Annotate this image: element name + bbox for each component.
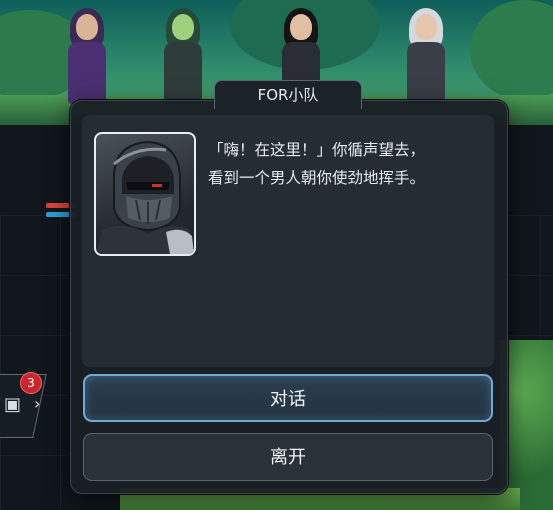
notification-badge: 3	[20, 372, 42, 394]
chat-icon: ▣	[4, 394, 22, 415]
hero-portrait-4	[395, 8, 455, 108]
dialog-story-text: 「嗨！在这里！」你循声望去， 看到一个男人朝你使劲地挥手。	[208, 136, 488, 192]
story-line-2: 看到一个男人朝你使劲地挥手。	[208, 169, 426, 187]
dialog-title: FOR小队	[214, 80, 362, 109]
story-line-1: 「嗨！在这里！」你循声望去，	[208, 141, 426, 159]
chat-side-tab[interactable]: ▣ › 3	[0, 368, 50, 440]
armored-soldier-image	[96, 140, 194, 254]
hero-portrait-2	[152, 8, 212, 108]
chevron-right-icon: ›	[34, 394, 41, 413]
hero-portrait-1	[56, 8, 116, 108]
npc-portrait	[94, 132, 196, 256]
leave-button[interactable]: 离开	[83, 433, 493, 481]
talk-button[interactable]: 对话	[83, 374, 493, 422]
